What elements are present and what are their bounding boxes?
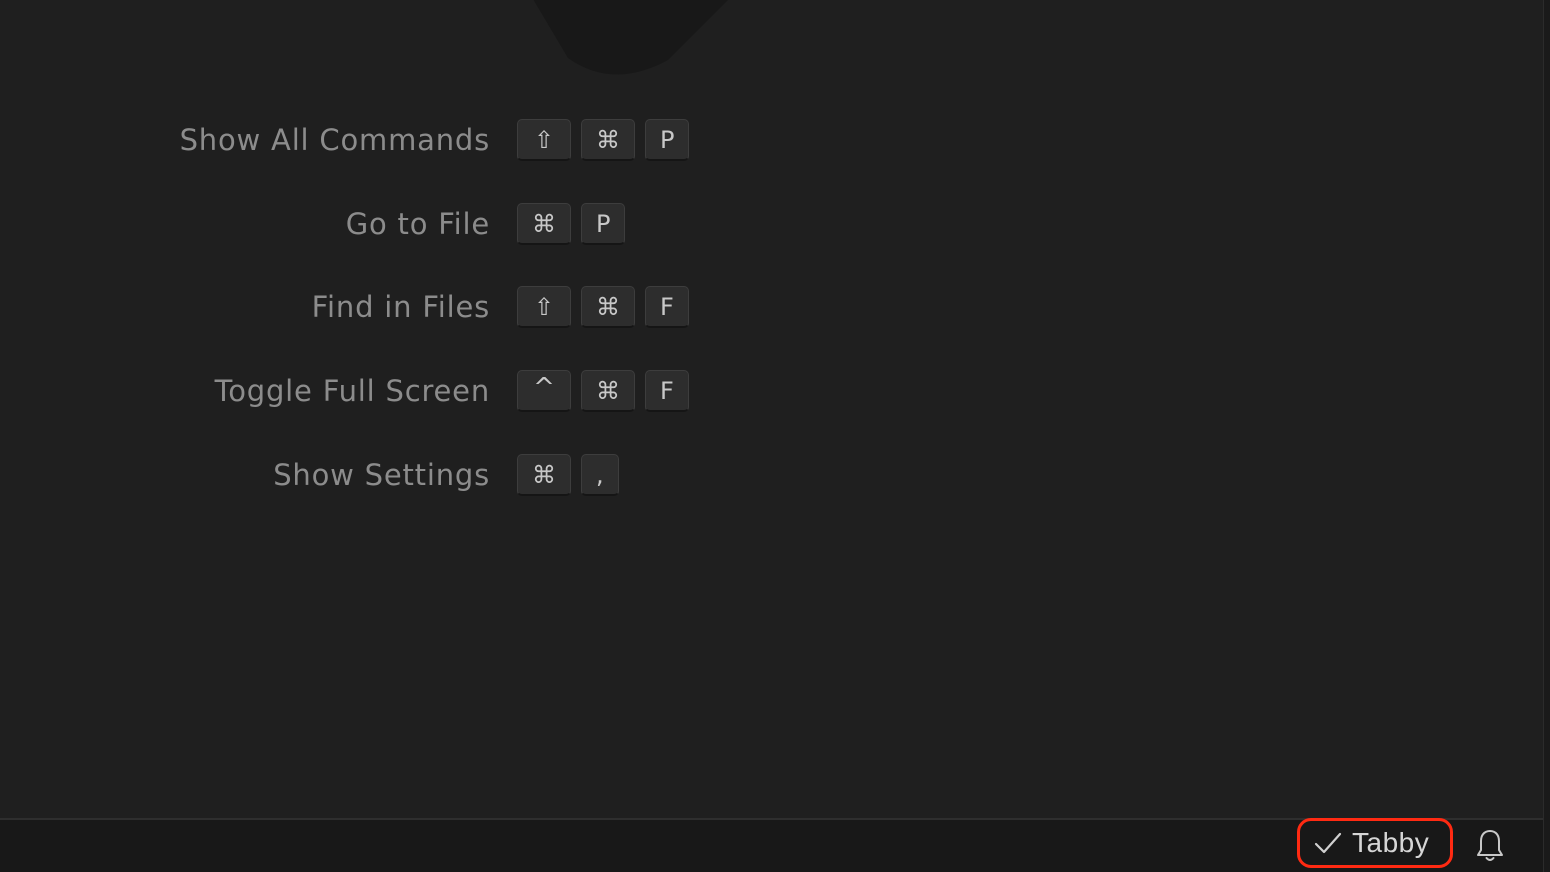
- keybinding: ⇧ ⌘ P: [517, 119, 690, 161]
- keybinding: ⇧ ⌘ F: [517, 286, 689, 329]
- editor-empty-area: Show All Commands ⇧ ⌘ P Go to File ⌘ P F…: [0, 0, 1543, 818]
- shortcut-label: Show All Commands: [179, 123, 490, 157]
- window-right-edge: [1543, 0, 1550, 872]
- bell-icon[interactable]: [1474, 828, 1506, 864]
- command-key: ⌘: [517, 453, 571, 496]
- f-key: F: [645, 370, 689, 413]
- tabby-status-item[interactable]: Tabby: [1297, 818, 1453, 868]
- command-key: ⌘: [581, 286, 635, 329]
- shortcut-toggle-full-screen[interactable]: Toggle Full Screen ^ ⌘ F: [0, 370, 900, 413]
- shortcut-label: Go to File: [345, 206, 490, 241]
- shift-key: ⇧: [517, 286, 571, 329]
- keybinding: ⌘ ,: [517, 453, 619, 496]
- p-key: P: [581, 202, 626, 245]
- keybinding: ^ ⌘ F: [517, 370, 689, 413]
- shortcut-list: Show All Commands ⇧ ⌘ P Go to File ⌘ P F…: [0, 119, 900, 537]
- shortcut-label: Find in Files: [311, 290, 490, 325]
- shortcut-label: Show Settings: [273, 457, 490, 492]
- vscode-logo-watermark: [533, 0, 728, 75]
- check-icon: [1314, 832, 1342, 854]
- shortcut-show-all-commands[interactable]: Show All Commands ⇧ ⌘ P: [0, 119, 900, 161]
- command-key: ⌘: [581, 119, 635, 161]
- f-key: F: [645, 286, 689, 329]
- keybinding: ⌘ P: [517, 202, 626, 245]
- p-key: P: [645, 119, 690, 161]
- control-key: ^: [517, 370, 571, 413]
- comma-key: ,: [581, 453, 619, 496]
- shift-key: ⇧: [517, 119, 571, 161]
- command-key: ⌘: [581, 370, 635, 413]
- tabby-label: Tabby: [1352, 827, 1430, 858]
- shortcut-go-to-file[interactable]: Go to File ⌘ P: [0, 202, 900, 245]
- status-bar: Tabby: [0, 818, 1543, 872]
- shortcut-show-settings[interactable]: Show Settings ⌘ ,: [0, 453, 900, 496]
- command-key: ⌘: [517, 202, 571, 245]
- shortcut-find-in-files[interactable]: Find in Files ⇧ ⌘ F: [0, 286, 900, 329]
- shortcut-label: Toggle Full Screen: [214, 374, 490, 409]
